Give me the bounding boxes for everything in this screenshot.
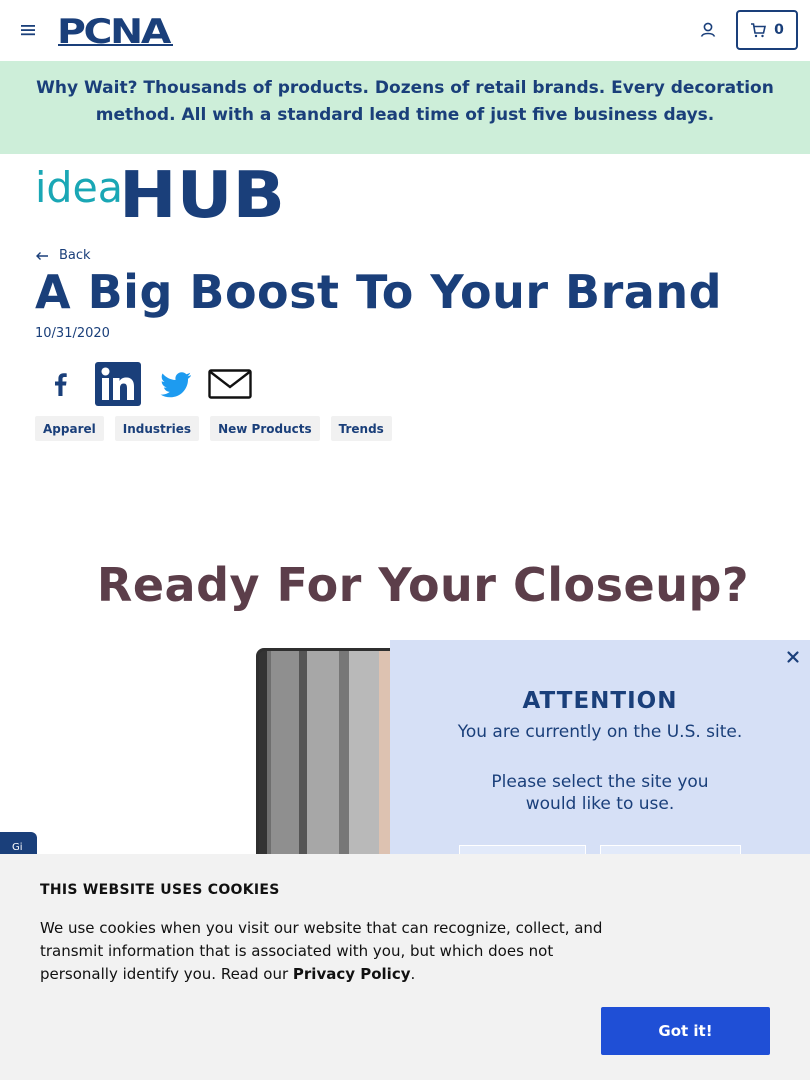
cookie-title: THIS WEBSITE USES COOKIES [40, 882, 280, 898]
hamburger-menu-icon[interactable] [19, 21, 37, 39]
twitter-icon[interactable] [152, 362, 198, 406]
promo-text: Why Wait? Thousands of products. Dozens … [36, 78, 774, 125]
side-tab-label: Gi [12, 842, 23, 853]
modal-current-site-text: You are currently on the U.S. site. [457, 722, 743, 742]
article-date: 10/31/2020 [35, 326, 110, 341]
page: PCNA 0 Why Wait? Thousands of products. … [0, 0, 810, 1080]
hero-heading: Ready For Your Closeup? [96, 558, 750, 612]
back-label: Back [59, 248, 91, 263]
ideahub-logo[interactable]: idea HUB [35, 160, 285, 220]
back-link[interactable]: Back [35, 248, 91, 263]
arrow-left-icon [36, 251, 48, 260]
modal-title: ATTENTION [522, 688, 678, 714]
tag-industries[interactable]: Industries [114, 416, 200, 441]
cookie-banner: THIS WEBSITE USES COOKIES We use cookies… [0, 854, 810, 1080]
pcna-logo[interactable]: PCNA [56, 12, 178, 48]
modal-select-site-text: Please select the site you would like to… [491, 772, 709, 814]
tag-list: Apparel Industries New Products Trends [35, 416, 392, 441]
email-icon[interactable] [207, 362, 253, 406]
got-it-button[interactable]: Got it! [601, 1007, 770, 1055]
cart-button[interactable]: 0 [736, 10, 798, 50]
facebook-icon[interactable] [37, 362, 83, 406]
cart-count: 0 [774, 22, 784, 38]
close-icon[interactable] [785, 649, 801, 665]
tag-new-products[interactable]: New Products [210, 416, 320, 441]
cookie-text: We use cookies when you visit our websit… [40, 917, 610, 986]
svg-text:idea: idea [35, 163, 123, 212]
site-header: PCNA 0 [0, 0, 810, 61]
article-title: A Big Boost To Your Brand [35, 265, 723, 319]
privacy-policy-link[interactable]: Privacy Policy [293, 965, 411, 983]
tag-trends[interactable]: Trends [330, 416, 392, 441]
cart-icon [751, 23, 767, 38]
account-icon[interactable] [698, 20, 718, 40]
svg-text:PCNA: PCNA [57, 12, 172, 48]
svg-text:HUB: HUB [119, 160, 285, 220]
cookie-end: . [410, 965, 416, 983]
tag-apparel[interactable]: Apparel [35, 416, 104, 441]
linkedin-icon[interactable] [95, 362, 141, 406]
promo-banner: Why Wait? Thousands of products. Dozens … [0, 61, 810, 154]
